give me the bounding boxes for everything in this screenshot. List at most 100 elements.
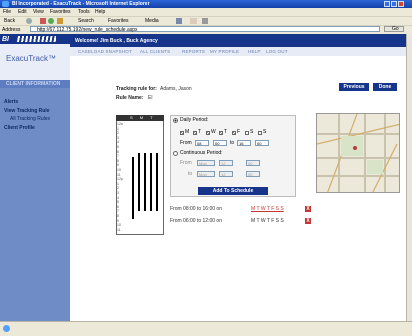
day-checkbox[interactable] [180, 131, 184, 135]
nav-reports[interactable]: REPORTS [182, 49, 205, 54]
from-label: From [180, 140, 192, 146]
done-button[interactable]: Done [373, 83, 397, 91]
from-minute-select[interactable]: 00 [213, 140, 227, 146]
logo-stripes [16, 36, 56, 42]
favorites-button[interactable]: Favorites [108, 19, 129, 24]
day-checkbox[interactable] [219, 131, 223, 135]
day-checkbox[interactable] [232, 131, 236, 135]
schedule-bar-thu [150, 153, 152, 211]
cont-from-day-select[interactable]: Mon [197, 160, 215, 166]
client-information-header: CLIENT INFORMATION [0, 80, 70, 88]
remove-schedule-1-button[interactable]: X [305, 206, 311, 212]
back-button[interactable]: Back [4, 19, 15, 24]
map-streets [317, 114, 399, 192]
product-name: ExacuTrack™ [6, 54, 56, 63]
maximize-button[interactable] [391, 1, 397, 7]
location-marker-icon [353, 146, 357, 150]
menu-edit[interactable]: Edit [18, 10, 27, 15]
schedule-2-days[interactable]: M T W T F S S [251, 219, 284, 224]
nav-help[interactable]: HELP [248, 49, 261, 54]
menu-tools[interactable]: Tools [78, 10, 90, 15]
go-label: Go [392, 26, 399, 32]
day-checkbox-label: T [224, 129, 228, 135]
go-button[interactable]: Go [384, 26, 404, 32]
schedule-1-text: From 08:00 to 16:00 on [170, 206, 222, 212]
window-titlebar: BI Incorporated - ExacuTrack - Microsoft… [0, 0, 412, 8]
refresh-icon[interactable] [48, 18, 54, 24]
cont-from-minute-select[interactable]: 00 [246, 160, 260, 166]
add-to-schedule-button[interactable]: Add To Schedule [198, 187, 268, 195]
day-checkbox[interactable] [245, 131, 249, 135]
cont-from-hour-select[interactable]: 12 [219, 160, 233, 166]
menu-help[interactable]: Help [95, 10, 105, 15]
address-text: http://67.112.75.192/new_rule_schedule.a… [37, 27, 138, 33]
nav-caseload-snapshot[interactable]: CASELOAD SNAPSHOT [78, 49, 132, 54]
day-checkbox-label: F [237, 129, 241, 135]
client-name: Adams, Jason [160, 86, 192, 92]
vertical-scrollbar[interactable] [406, 34, 412, 321]
schedule-2-text: From 06:00 to 12:00 on [170, 218, 222, 224]
home-icon[interactable] [57, 18, 63, 24]
schedule-bar-wed [144, 153, 146, 211]
rule-name-label: Rule Name: [116, 95, 144, 101]
bi-logo: BI [2, 36, 9, 43]
day-checkbox-label: M [185, 129, 190, 135]
close-button[interactable] [398, 1, 404, 7]
cont-to-minute-select[interactable]: 00 [246, 171, 260, 177]
sidebar-item-client-profile[interactable]: Client Profile [4, 126, 35, 131]
cont-to-label: to [188, 171, 193, 177]
to-label: to [230, 140, 235, 146]
menu-favorites[interactable]: Favorites [50, 10, 71, 15]
nav-log-out[interactable]: LOG OUT [266, 49, 288, 54]
stop-icon[interactable] [40, 18, 46, 24]
ie-icon [2, 1, 9, 7]
schedule-1-days[interactable]: M T W T F S S [251, 207, 284, 212]
day-checkbox[interactable] [193, 131, 197, 135]
rule-name-value: El [148, 95, 153, 101]
cont-to-day-select[interactable]: Mon [197, 171, 215, 177]
day-checkbox-label: W [211, 129, 216, 135]
status-bar [0, 321, 412, 336]
period-panel [170, 115, 296, 197]
continuous-period-radio[interactable] [173, 151, 178, 156]
day-checkbox[interactable] [258, 131, 262, 135]
continuous-period-label: Continuous Period: [180, 150, 223, 156]
forward-icon[interactable] [26, 18, 32, 24]
minimize-button[interactable] [384, 1, 390, 7]
cont-from-label: From [180, 160, 192, 166]
tracking-rule-label: Tracking rule for: [116, 86, 157, 92]
from-hour-select[interactable]: 08 [195, 140, 209, 146]
sidebar-item-view-tracking-rule[interactable]: View Tracking Rule [4, 109, 49, 114]
window-title: BI Incorporated - ExacuTrack - Microsoft… [12, 1, 150, 7]
day-checkbox[interactable] [206, 131, 210, 135]
address-label: Address [2, 27, 21, 33]
media-button[interactable]: Media [145, 19, 159, 24]
day-checkbox-label: T [198, 129, 202, 135]
schedule-bar-mon [132, 157, 134, 219]
client-information-label: CLIENT INFORMATION [6, 81, 61, 87]
mail-icon[interactable] [190, 18, 197, 24]
menu-view[interactable]: View [33, 10, 44, 15]
cont-to-hour-select[interactable]: 12 [219, 171, 233, 177]
to-minute-select[interactable]: 00 [255, 140, 269, 146]
sidebar-item-all-tracking-rules[interactable]: All Tracking Rules [10, 117, 50, 122]
day-checkbox-label: S [263, 129, 267, 135]
address-input[interactable]: http://67.112.75.192/new_rule_schedule.a… [30, 26, 380, 33]
search-button[interactable]: Search [78, 19, 94, 24]
previous-button[interactable]: Previous [339, 83, 369, 91]
schedule-bar-fri [156, 153, 158, 211]
menu-file[interactable]: File [3, 10, 11, 15]
remove-schedule-2-button[interactable]: X [305, 218, 311, 224]
day-checkbox-label: S [250, 129, 254, 135]
sidebar-item-alerts[interactable]: Alerts [4, 100, 18, 105]
map-thumbnail[interactable] [316, 113, 400, 193]
daily-period-radio[interactable] [173, 118, 178, 123]
history-icon[interactable] [176, 18, 182, 24]
nav-all-clients[interactable]: ALL CLIENTS [140, 49, 170, 54]
daily-period-label: Daily Period: [180, 117, 209, 123]
nav-my-profile[interactable]: MY PROFILE [210, 49, 239, 54]
to-hour-select[interactable]: 16 [237, 140, 251, 146]
print-icon[interactable] [202, 18, 208, 24]
welcome-text: Welcome! Jim Buck , Buck Agency [75, 38, 158, 44]
schedule-bar-tue [138, 153, 140, 211]
